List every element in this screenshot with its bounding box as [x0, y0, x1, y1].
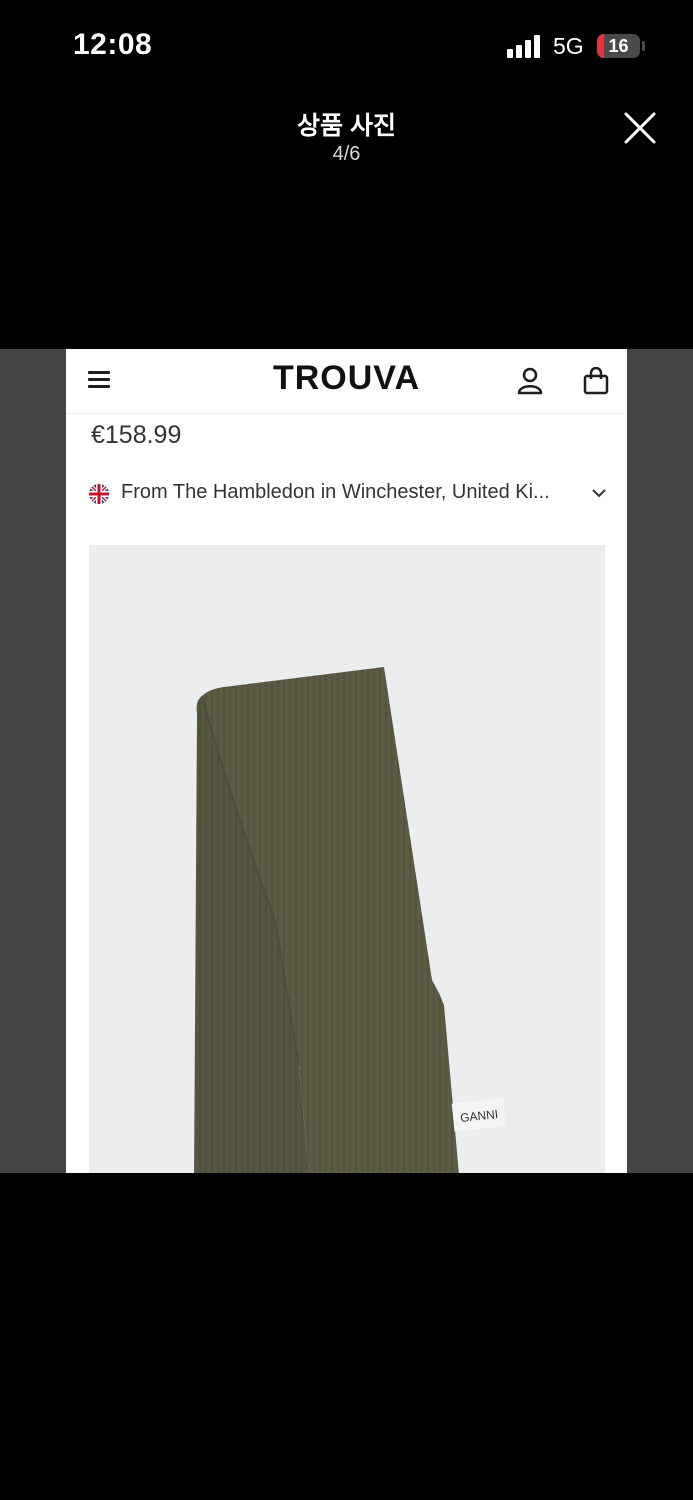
battery-level: 16 — [608, 36, 629, 56]
seller-location-text: From The Hambledon in Winchester, United… — [121, 481, 550, 503]
store-page-screenshot: TROUVA €158.99 From The Hambledon in Win… — [66, 349, 627, 1173]
shopping-bag-icon — [583, 367, 609, 395]
store-header: TROUVA — [66, 349, 627, 414]
status-time: 12:08 — [73, 28, 153, 61]
ganni-label: GANNI — [451, 1098, 507, 1132]
viewer-title: 상품 사진 — [297, 112, 396, 140]
close-icon — [624, 112, 656, 144]
seller-location-row: From The Hambledon in Winchester, United… — [88, 479, 613, 509]
uk-flag-icon — [89, 484, 109, 504]
chevron-down-icon — [592, 489, 606, 498]
battery-icon: 16 — [597, 34, 640, 58]
photo-counter: 4/6 — [332, 143, 361, 165]
product-photo[interactable]: TROUVA €158.99 From The Hambledon in Win… — [0, 349, 693, 1173]
status-bar: 12:08 5G 16 — [0, 0, 693, 92]
battery-tip — [642, 41, 645, 51]
user-icon — [517, 367, 543, 395]
product-image: GANNI — [89, 545, 605, 1173]
close-button[interactable] — [622, 110, 658, 146]
cellular-signal-icon — [507, 34, 543, 58]
network-type: 5G — [553, 33, 584, 59]
product-price: €158.99 — [91, 421, 182, 449]
scarf-illustration: GANNI — [194, 667, 507, 1173]
